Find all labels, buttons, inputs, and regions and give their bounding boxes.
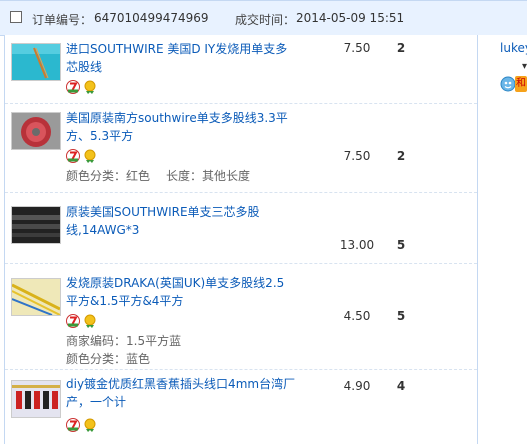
order-number: 647010499474969: [94, 11, 209, 25]
item-quantity: 5: [396, 238, 406, 252]
item-quantity: 5: [396, 309, 406, 323]
attr-value: 红色: [126, 169, 151, 183]
order-item: 美国原装南方southwire单支多股线3.3平方、5.3平方 颜色分类：红色 长…: [5, 104, 477, 192]
item-price: 7.50: [343, 149, 371, 163]
attr-label: 商家编码：: [66, 334, 127, 348]
seven-day-return-icon[interactable]: [66, 80, 80, 94]
item-quantity: 4: [396, 379, 406, 393]
service-badges: [66, 149, 97, 163]
service-badges: [66, 80, 97, 94]
seller-name-link[interactable]: lukey: [500, 41, 527, 55]
product-thumbnail[interactable]: [11, 380, 61, 418]
order-header: 订单编号： 647010499474969 成交时间： 2014-05-09 1…: [0, 0, 527, 36]
seller-column: lukey ▾ 和: [478, 35, 527, 444]
order-item: 发烧原装DRAKA(英国UK)单支多股线2.5平方&1.5平方&4平方 商家编码…: [5, 264, 477, 368]
product-title-link[interactable]: 进口SOUTHWIRE 美国D IY发烧用单支多芯股线: [66, 40, 296, 76]
product-thumbnail[interactable]: [11, 206, 61, 244]
product-title-link[interactable]: diy镀金优质红黑香蕉插头线口4mm台湾厂产，一个计: [66, 375, 296, 411]
order-number-label: 订单编号：: [32, 13, 93, 27]
product-thumbnail[interactable]: [11, 112, 61, 150]
order-item: diy镀金优质红黑香蕉插头线口4mm台湾厂产，一个计 4.90 4: [5, 370, 477, 444]
attr-label: 颜色分类：: [66, 169, 127, 183]
item-price: 4.50: [343, 309, 371, 323]
item-attribute-color: 颜色分类：蓝色: [66, 350, 150, 368]
product-title-link[interactable]: 美国原装南方southwire单支多股线3.3平方、5.3平方: [66, 109, 296, 145]
select-order-checkbox[interactable]: [10, 11, 22, 23]
deal-time: 2014-05-09 15:51: [296, 11, 405, 25]
product-thumbnail[interactable]: [11, 43, 61, 81]
attr-label: 长度：: [166, 169, 203, 183]
attr-label: 颜色分类：: [66, 352, 127, 366]
item-price: 4.90: [343, 379, 371, 393]
seven-day-return-icon[interactable]: [66, 314, 80, 328]
product-title-link[interactable]: 原装美国SOUTHWIRE单支三芯多股线,14AWG*3: [66, 203, 296, 239]
attr-value: 其他长度: [202, 169, 251, 183]
gold-medal-icon[interactable]: [83, 149, 97, 163]
item-attribute-sku: 商家编码：1.5平方蓝: [66, 332, 181, 350]
seven-day-return-icon[interactable]: [66, 418, 80, 432]
order-item: 原装美国SOUTHWIRE单支三芯多股线,14AWG*3 13.00 5: [5, 193, 477, 263]
item-quantity: 2: [396, 149, 406, 163]
gold-medal-icon[interactable]: [83, 418, 97, 432]
order-items: 进口SOUTHWIRE 美国D IY发烧用单支多芯股线 7.50 2 美国原装南…: [4, 35, 478, 444]
service-badges: [66, 314, 97, 328]
product-title-link[interactable]: 发烧原装DRAKA(英国UK)单支多股线2.5平方&1.5平方&4平方: [66, 274, 296, 310]
deal-time-label: 成交时间：: [235, 13, 296, 27]
order-item: 进口SOUTHWIRE 美国D IY发烧用单支多芯股线 7.50 2: [5, 35, 477, 103]
chat-tag[interactable]: 和: [515, 76, 527, 92]
item-price: 7.50: [343, 41, 371, 55]
item-price: 13.00: [339, 238, 375, 252]
gold-medal-icon[interactable]: [83, 80, 97, 94]
gold-medal-icon[interactable]: [83, 314, 97, 328]
wangwang-chat-icon[interactable]: [500, 76, 516, 92]
item-attributes: 颜色分类：红色 长度：其他长度: [66, 167, 250, 185]
attr-value: 蓝色: [126, 352, 151, 366]
chevron-down-icon[interactable]: ▾: [522, 61, 527, 72]
attr-value: 1.5平方蓝: [126, 334, 182, 348]
item-quantity: 2: [396, 41, 406, 55]
service-badges: [66, 418, 97, 432]
seven-day-return-icon[interactable]: [66, 149, 80, 163]
product-thumbnail[interactable]: [11, 278, 61, 316]
